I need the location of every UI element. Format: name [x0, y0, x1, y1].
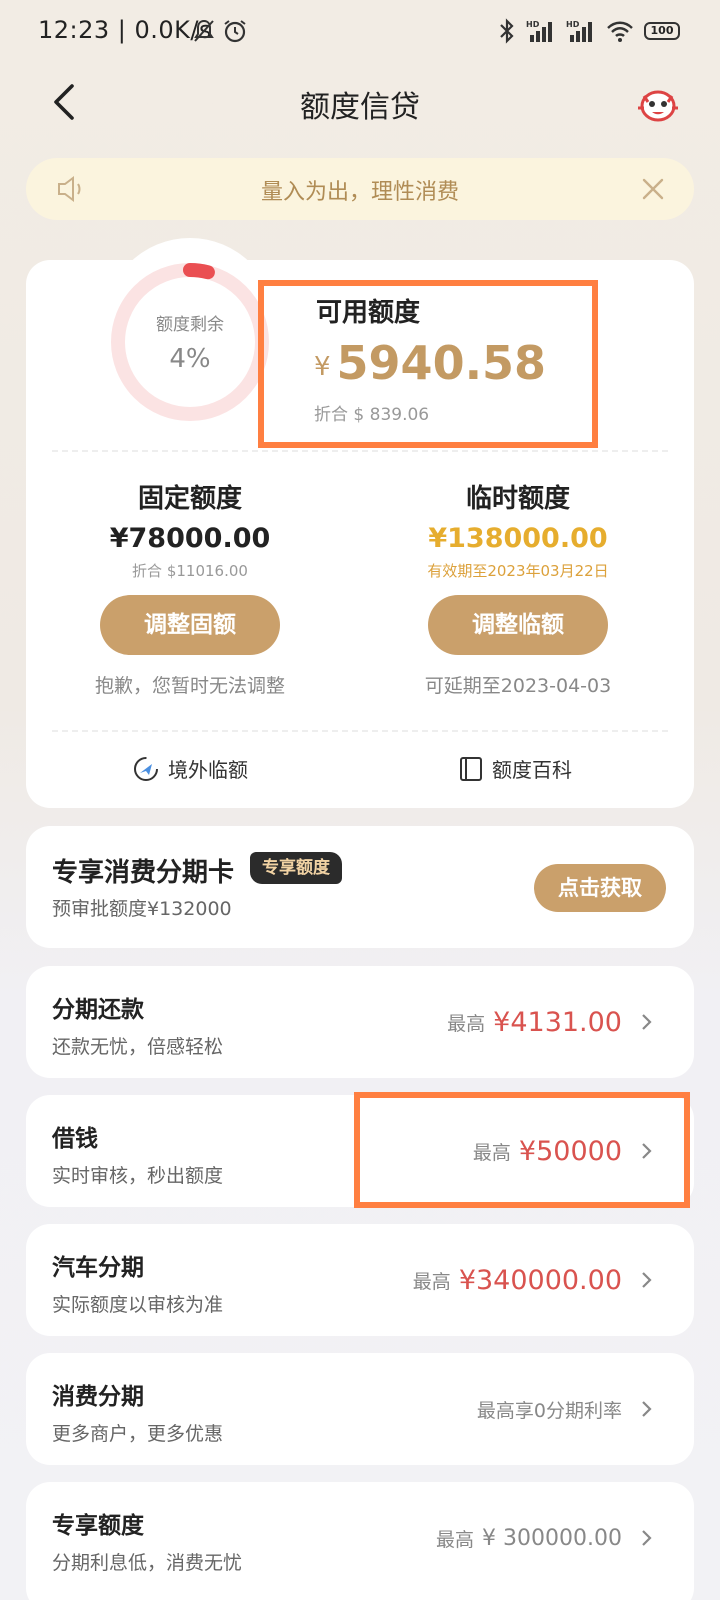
alarm-icon: [224, 20, 246, 43]
wifi-icon: [607, 21, 633, 42]
chevron-right-icon: [642, 1401, 652, 1417]
list-item-subtitle: 更多商户，更多优惠: [52, 1423, 224, 1445]
fixed-note: 抱歉，您暂时无法调整: [94, 675, 285, 697]
notice-text: 量入为出，理性消费: [260, 180, 459, 205]
get-now-button[interactable]: 点击获取: [534, 864, 666, 912]
temp-title: 临时额度: [465, 484, 570, 514]
divider: [52, 450, 668, 452]
page-title: 额度信贷: [300, 90, 420, 125]
list-item-title: 分期还款: [52, 997, 144, 1023]
highlight-box: [258, 280, 598, 448]
list-item-consumer-installment[interactable]: 消费分期 更多商户，更多优惠 最高享0分期利率: [26, 1353, 694, 1465]
mute-bell-icon: [194, 19, 214, 42]
chevron-right-icon: [642, 1530, 652, 1546]
bluetooth-icon: [500, 18, 514, 44]
ring-label: 额度剩余: [156, 315, 224, 335]
ring-percent: 4%: [169, 344, 211, 374]
adjust-fixed-button[interactable]: 调整固额: [100, 595, 280, 655]
list-item-prefix: 最高: [412, 1270, 451, 1293]
remaining-ring-chart: [111, 263, 269, 421]
temp-amount: ¥138000.00: [428, 523, 608, 554]
list-item-subtitle: 分期利息低，消费无忧: [52, 1552, 243, 1574]
list-item-title: 借钱: [52, 1126, 98, 1152]
list-item-right: 最高 ¥4131.00: [447, 966, 622, 1078]
battery-icon: 100: [644, 22, 680, 40]
list-item-title: 专享额度: [52, 1513, 144, 1539]
exclusive-badge: 专享额度: [250, 852, 342, 884]
list-item-value: ¥340000.00: [458, 1264, 622, 1296]
signal-hd-icon: HD: [526, 20, 552, 42]
list-item-title: 消费分期: [52, 1384, 144, 1410]
divider: [52, 730, 668, 732]
list-item-prefix: 最高: [447, 1012, 486, 1035]
plane-circle-icon: [134, 756, 158, 781]
overseas-temp-link[interactable]: 境外临额: [132, 754, 248, 783]
fixed-title: 固定额度: [137, 484, 242, 514]
list-item-value: 最高享0分期利率: [476, 1399, 622, 1422]
list-item-right: 最高 ¥ 300000.00: [436, 1482, 622, 1594]
list-item-right: 最高享0分期利率: [477, 1353, 622, 1465]
list-item-value: ¥4131.00: [493, 1006, 622, 1038]
credit-wiki-link[interactable]: 额度百科: [458, 754, 572, 783]
list-item-subtitle: 还款无忧，倍感轻松: [52, 1036, 224, 1058]
credit-wiki-label: 额度百科: [492, 758, 572, 782]
signal-hd-icon-2: HD: [566, 20, 592, 42]
fixed-amount: ¥78000.00: [109, 523, 271, 554]
list-item-subtitle: 实际额度以审核为准: [52, 1294, 224, 1316]
status-bar: 12:23 | 0.0K/s HD HD 100: [0, 0, 720, 64]
temp-validity: 有效期至2023年03月22日: [427, 562, 609, 580]
list-item-exclusive-credit[interactable]: 专享额度 分期利息低，消费无忧 最高 ¥ 300000.00: [26, 1482, 694, 1600]
list-item-car-installment[interactable]: 汽车分期 实际额度以审核为准 最高 ¥340000.00: [26, 1224, 694, 1336]
status-icons: HD HD 100: [498, 18, 680, 44]
fixed-usd: 折合 $11016.00: [132, 562, 248, 580]
list-item-subtitle: 实时审核，秒出额度: [52, 1165, 224, 1187]
adjust-temp-button[interactable]: 调整临额: [428, 595, 608, 655]
highlight-box: [354, 1092, 690, 1208]
chevron-right-icon: [642, 1272, 652, 1288]
exclusive-installment-card[interactable]: 专享消费分期卡 专享额度 预审批额度¥132000 点击获取: [26, 826, 694, 948]
status-time: 12:23 | 0.0K/s: [38, 16, 213, 44]
chevron-right-icon: [642, 1014, 652, 1030]
fixed-credit-column: 固定额度 ¥78000.00 折合 $11016.00 调整固额 抱歉，您暂时无…: [40, 478, 340, 698]
book-icon: [460, 756, 482, 781]
mascot-icon[interactable]: [636, 84, 680, 124]
exclusive-title: 专享消费分期卡: [52, 858, 235, 888]
temp-credit-column: 临时额度 ¥138000.00 有效期至2023年03月22日 调整临额 可延期…: [368, 478, 668, 698]
close-icon[interactable]: [638, 174, 668, 204]
overseas-temp-label: 境外临额: [168, 758, 248, 782]
svg-text:HD: HD: [526, 20, 540, 29]
exclusive-subtitle: 预审批额度¥132000: [52, 898, 232, 920]
list-item-right: 最高 ¥340000.00: [413, 1224, 622, 1336]
notice-banner: 量入为出，理性消费: [26, 158, 694, 220]
list-item-value: ¥ 300000.00: [482, 1525, 622, 1551]
list-item-installment-repay[interactable]: 分期还款 还款无忧，倍感轻松 最高 ¥4131.00: [26, 966, 694, 1078]
svg-text:HD: HD: [566, 20, 580, 29]
list-item-title: 汽车分期: [52, 1255, 144, 1281]
ring-progress-arc: [183, 263, 215, 280]
temp-note: 可延期至2023-04-03: [424, 675, 612, 697]
nav-bar: 额度信贷: [0, 64, 720, 140]
list-item-prefix: 最高: [436, 1528, 475, 1551]
